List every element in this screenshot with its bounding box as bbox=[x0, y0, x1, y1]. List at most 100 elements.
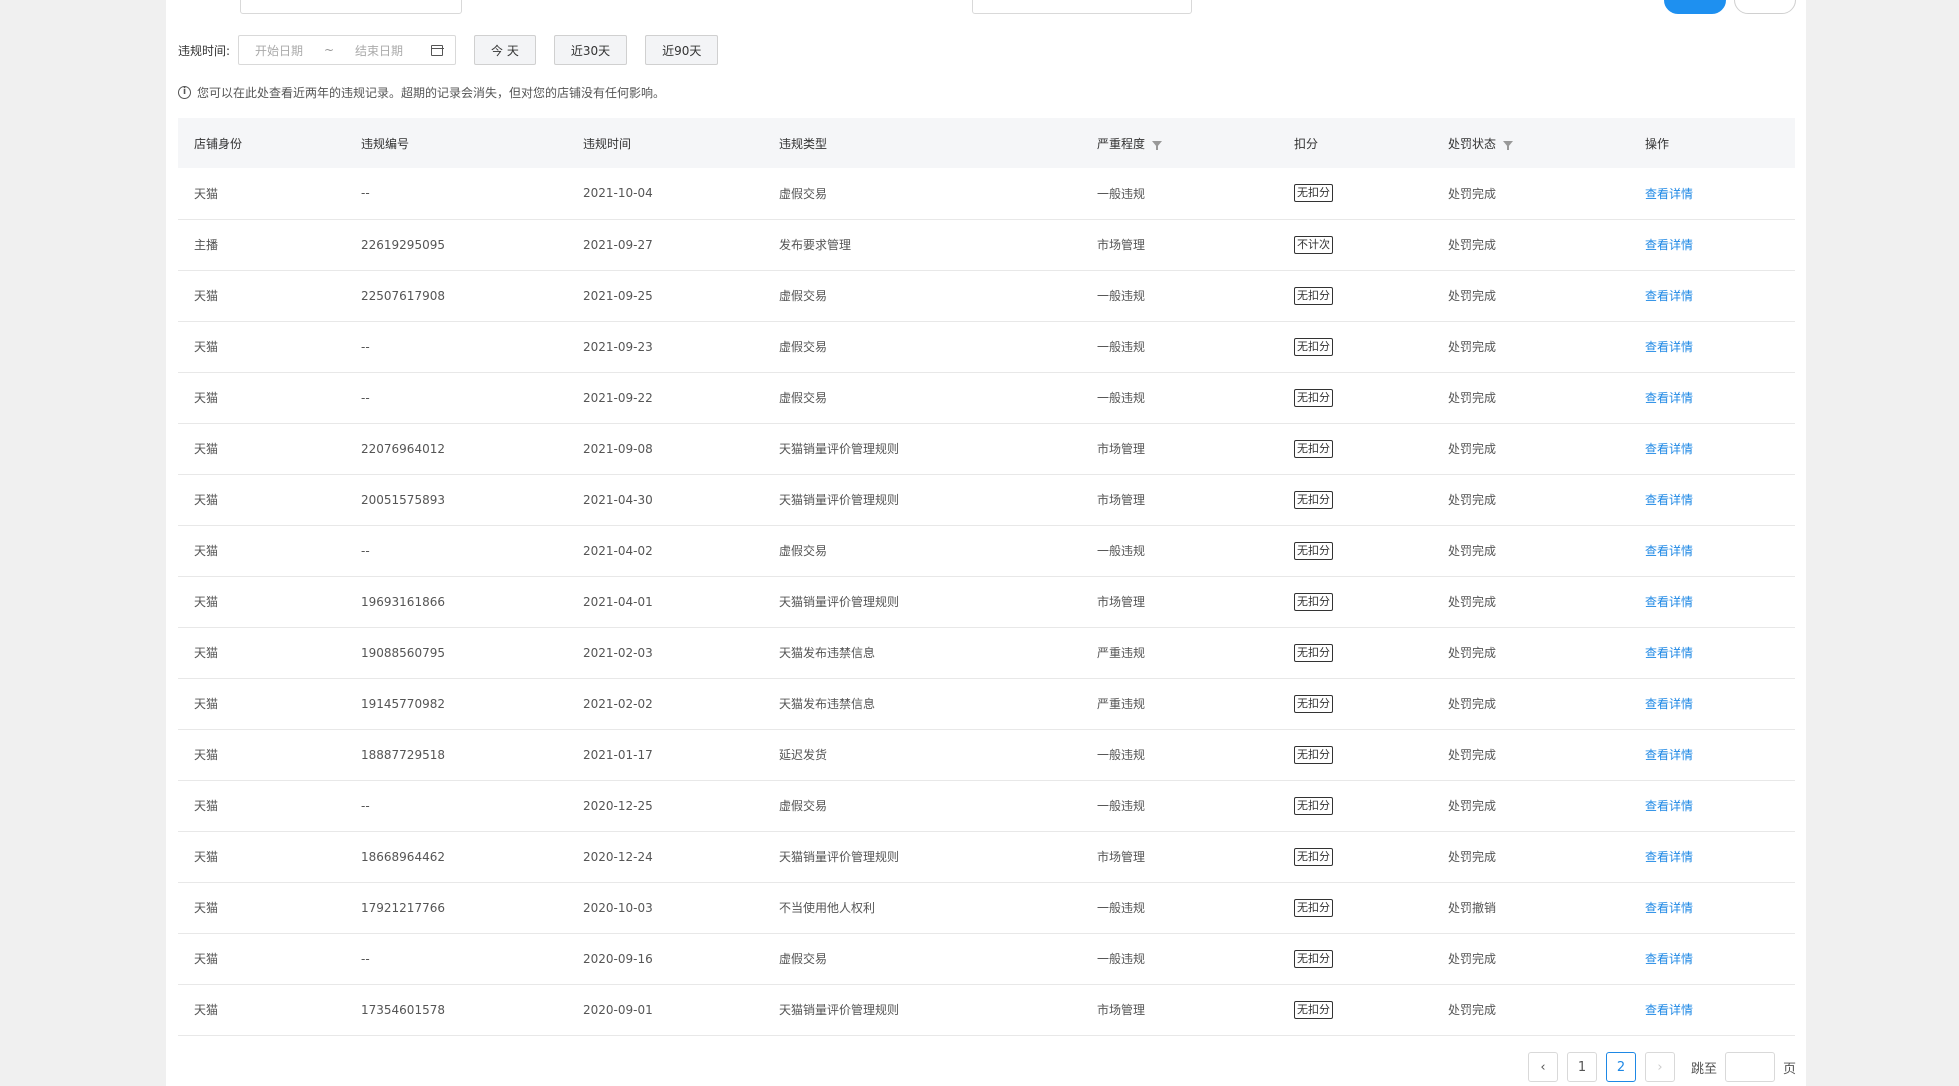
cell-violation-id: 22619295095 bbox=[361, 237, 445, 252]
next-page-button[interactable]: › bbox=[1644, 1052, 1675, 1082]
cell-shop: 天猫 bbox=[194, 186, 219, 201]
view-details-link[interactable]: 查看详情 bbox=[1645, 952, 1693, 966]
view-details-link-cell: 查看详情 bbox=[1629, 576, 1795, 627]
cell-status-cell: 处罚完成 bbox=[1432, 372, 1629, 423]
type-select-cut[interactable] bbox=[972, 0, 1192, 14]
table-row: 天猫 -- 2020-12-25 虚假交易 一般违规 无扣分 处罚完成 查看详情 bbox=[178, 780, 1795, 831]
cell-status: 处罚完成 bbox=[1448, 952, 1497, 966]
end-date-placeholder[interactable]: 结束日期 bbox=[339, 42, 419, 59]
date-separator: ~ bbox=[324, 43, 335, 57]
view-details-link[interactable]: 查看详情 bbox=[1645, 697, 1693, 711]
cell-status: 处罚完成 bbox=[1448, 1003, 1497, 1017]
cell-shop: 天猫 bbox=[194, 646, 219, 660]
cell-type-cell: 虚假交易 bbox=[763, 780, 1081, 831]
view-details-link[interactable]: 查看详情 bbox=[1645, 187, 1693, 201]
prev-page-button[interactable]: ‹ bbox=[1527, 1052, 1558, 1082]
cell-type: 天猫销量评价管理规则 bbox=[779, 1003, 900, 1017]
last-90-days-button[interactable]: 近90天 bbox=[645, 35, 719, 65]
cell-violation-id: 19693161866 bbox=[361, 594, 445, 609]
cell-score: 无扣分 bbox=[1294, 694, 1333, 713]
cell-date: 2021-09-25 bbox=[583, 288, 653, 303]
table-header-row: 店铺身份 违规编号 违规时间 违规类型 严重程度 扣分 处罚状态 操作 bbox=[178, 118, 1795, 168]
cell-score: 无扣分 bbox=[1294, 643, 1333, 662]
view-details-link[interactable]: 查看详情 bbox=[1645, 544, 1693, 558]
reset-button-cut[interactable] bbox=[1734, 0, 1796, 14]
cell-date: 2020-09-01 bbox=[583, 1002, 653, 1017]
view-details-link[interactable]: 查看详情 bbox=[1645, 493, 1693, 507]
view-details-link[interactable]: 查看详情 bbox=[1645, 646, 1693, 660]
cell-status-cell: 处罚完成 bbox=[1432, 678, 1629, 729]
pagination: ‹ 1 2 › 跳至 页 bbox=[1519, 1052, 1796, 1082]
cell-type-cell: 天猫销量评价管理规则 bbox=[763, 474, 1081, 525]
view-details-link[interactable]: 查看详情 bbox=[1645, 238, 1693, 252]
date-range-picker[interactable]: 开始日期 ~ 结束日期 bbox=[238, 35, 457, 65]
cell-status: 处罚完成 bbox=[1448, 595, 1497, 609]
cell-date: 2021-01-17 bbox=[583, 747, 653, 762]
start-date-placeholder[interactable]: 开始日期 bbox=[239, 42, 319, 59]
cell-date-cell: 2021-09-23 bbox=[567, 321, 763, 372]
today-button[interactable]: 今 天 bbox=[474, 35, 536, 65]
view-details-link[interactable]: 查看详情 bbox=[1645, 850, 1693, 864]
cell-status-cell: 处罚完成 bbox=[1432, 474, 1629, 525]
cell-score-cell: 无扣分 bbox=[1278, 831, 1432, 882]
page-suffix: 页 bbox=[1782, 1061, 1796, 1077]
page-2-button[interactable]: 2 bbox=[1605, 1052, 1636, 1082]
cell-score-cell: 无扣分 bbox=[1278, 474, 1432, 525]
view-details-link[interactable]: 查看详情 bbox=[1645, 289, 1693, 303]
cell-shop: 天猫 bbox=[194, 748, 219, 762]
cell-date-cell: 2021-01-17 bbox=[567, 729, 763, 780]
cell-status: 处罚完成 bbox=[1448, 850, 1497, 864]
cell-severity-cell: 市场管理 bbox=[1081, 423, 1278, 474]
cell-violation-id-cell: 17921217766 bbox=[345, 882, 567, 933]
cell-score: 无扣分 bbox=[1294, 490, 1333, 509]
table-row: 天猫 -- 2021-09-22 虚假交易 一般违规 无扣分 处罚完成 查看详情 bbox=[178, 372, 1795, 423]
view-details-link[interactable]: 查看详情 bbox=[1645, 340, 1693, 354]
cell-severity-cell: 一般违规 bbox=[1081, 168, 1278, 219]
cell-shop-cell: 天猫 bbox=[178, 168, 345, 219]
cell-date: 2021-02-02 bbox=[583, 696, 653, 711]
cell-type: 天猫销量评价管理规则 bbox=[779, 850, 900, 864]
jump-label: 跳至 bbox=[1690, 1061, 1717, 1077]
cell-severity: 一般违规 bbox=[1097, 799, 1146, 813]
cell-shop-cell: 天猫 bbox=[178, 780, 345, 831]
violation-id-input-cut[interactable] bbox=[240, 0, 462, 14]
cell-type-cell: 虚假交易 bbox=[763, 933, 1081, 984]
cell-type: 虚假交易 bbox=[779, 340, 828, 354]
page-1-button[interactable]: 1 bbox=[1566, 1052, 1597, 1082]
filter-icon[interactable] bbox=[1152, 141, 1163, 150]
cell-date: 2021-02-03 bbox=[583, 645, 653, 660]
cell-score-cell: 无扣分 bbox=[1278, 270, 1432, 321]
calendar-icon[interactable] bbox=[430, 44, 444, 56]
view-details-link[interactable]: 查看详情 bbox=[1645, 901, 1693, 915]
search-button-cut[interactable] bbox=[1664, 0, 1726, 14]
cell-severity: 一般违规 bbox=[1097, 544, 1146, 558]
cell-score-cell: 无扣分 bbox=[1278, 984, 1432, 1035]
view-details-link[interactable]: 查看详情 bbox=[1645, 799, 1693, 813]
filter-icon[interactable] bbox=[1503, 141, 1514, 150]
view-details-link[interactable]: 查看详情 bbox=[1645, 391, 1693, 405]
cell-date-cell: 2021-04-02 bbox=[567, 525, 763, 576]
cell-date: 2021-09-27 bbox=[583, 237, 653, 252]
cell-status-cell: 处罚完成 bbox=[1432, 984, 1629, 1035]
header-status: 处罚状态 bbox=[1432, 118, 1629, 168]
view-details-link-cell: 查看详情 bbox=[1629, 882, 1795, 933]
view-details-link[interactable]: 查看详情 bbox=[1645, 442, 1693, 456]
view-details-link[interactable]: 查看详情 bbox=[1645, 595, 1693, 609]
view-details-link[interactable]: 查看详情 bbox=[1645, 1003, 1693, 1017]
jump-page-input[interactable] bbox=[1724, 1052, 1775, 1082]
last-30-days-button[interactable]: 近30天 bbox=[553, 35, 628, 65]
cell-status-cell: 处罚完成 bbox=[1432, 576, 1629, 627]
view-details-link[interactable]: 查看详情 bbox=[1645, 748, 1693, 762]
cell-score-cell: 无扣分 bbox=[1278, 729, 1432, 780]
cell-violation-id-cell: 18668964462 bbox=[345, 831, 567, 882]
view-details-link-cell: 查看详情 bbox=[1629, 168, 1795, 219]
cell-shop: 主播 bbox=[194, 238, 219, 252]
view-details-link-cell: 查看详情 bbox=[1629, 984, 1795, 1035]
cell-date: 2021-09-08 bbox=[583, 441, 653, 456]
cell-date: 2021-10-04 bbox=[583, 186, 653, 201]
view-details-link-cell: 查看详情 bbox=[1629, 219, 1795, 270]
cell-score-cell: 无扣分 bbox=[1278, 627, 1432, 678]
table-row: 天猫 -- 2021-10-04 虚假交易 一般违规 无扣分 处罚完成 查看详情 bbox=[178, 168, 1795, 219]
info-icon: i bbox=[178, 86, 191, 99]
cell-type: 天猫销量评价管理规则 bbox=[779, 442, 900, 456]
